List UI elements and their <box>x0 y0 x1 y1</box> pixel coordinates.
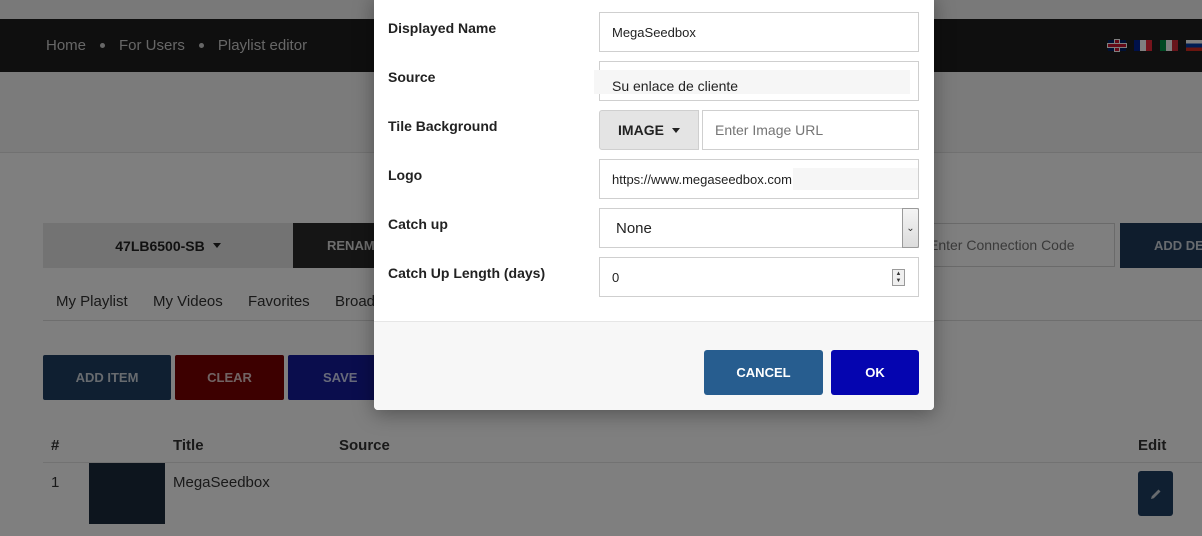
catch-up-value: None <box>616 219 652 237</box>
catch-up-label: Catch up <box>388 216 448 232</box>
logo-input[interactable]: https://www.megaseedbox.com <box>599 159 919 199</box>
chevron-down-icon[interactable]: ⌄ <box>902 208 919 248</box>
caret-down-icon <box>671 127 680 133</box>
image-url-input[interactable] <box>702 110 919 150</box>
displayed-name-label: Displayed Name <box>388 20 497 36</box>
image-type-label: IMAGE <box>618 122 664 138</box>
source-value: Su enlace de cliente <box>612 78 739 94</box>
catch-up-length-value: 0 <box>612 269 620 285</box>
logo-label: Logo <box>388 167 423 183</box>
source-label: Source <box>388 69 436 85</box>
logo-value: https://www.megaseedbox.com <box>612 171 792 187</box>
displayed-name-value: MegaSeedbox <box>612 24 696 40</box>
image-type-dropdown[interactable]: IMAGE <box>599 110 699 150</box>
displayed-name-input[interactable]: MegaSeedbox <box>599 12 919 52</box>
ok-button[interactable]: OK <box>831 350 919 395</box>
cancel-button[interactable]: CANCEL <box>704 350 823 395</box>
tile-background-label: Tile Background <box>388 118 498 134</box>
source-value-box: Su enlace de cliente <box>594 70 910 94</box>
number-spinner-icon[interactable]: ▲ ▼ <box>892 269 905 286</box>
edit-item-modal: Displayed Name MegaSeedbox Source Su enl… <box>374 0 934 410</box>
modal-body: Displayed Name MegaSeedbox Source Su enl… <box>374 0 934 321</box>
logo-input-mask <box>793 168 918 190</box>
catch-up-length-input[interactable]: 0 ▲ ▼ <box>599 257 919 297</box>
catch-up-length-label: Catch Up Length (days) <box>388 265 546 281</box>
catch-up-select[interactable]: None ⌄ <box>599 208 919 248</box>
